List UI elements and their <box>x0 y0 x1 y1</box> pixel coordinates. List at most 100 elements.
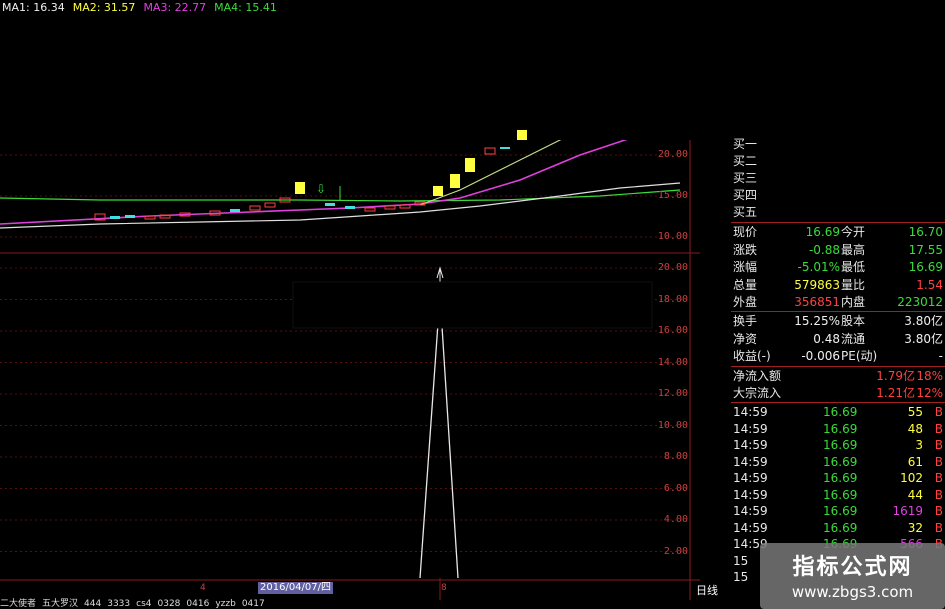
indicator-tab[interactable]: cs4 <box>136 599 151 609</box>
tick-side: B <box>934 520 943 535</box>
candle <box>465 158 475 172</box>
tick-side: B <box>934 487 943 502</box>
quote-value: 16.69 <box>908 260 943 274</box>
quote-value: 16.70 <box>908 225 943 239</box>
tick-side: B <box>934 405 943 419</box>
indicator-tab[interactable]: 444 <box>84 599 101 609</box>
divider <box>731 222 945 223</box>
tick-row: 14:59 16.69 32 B <box>731 520 945 537</box>
quote-label: 涨跌 <box>733 242 758 257</box>
quote-label: 最高 <box>841 242 866 257</box>
flow-pct: 12% <box>916 386 943 400</box>
quote-row: 涨幅 -5.01% 最低 16.69 <box>731 259 945 276</box>
fundamentals-label: PE(动) <box>841 349 878 363</box>
indicator-tab[interactable]: 3333 <box>107 599 130 609</box>
price-tick: 20.00 <box>657 149 688 160</box>
fundamentals-value: 3.80亿 <box>904 314 943 328</box>
tick-time: 14:59 <box>733 405 768 419</box>
indicator-tab[interactable]: 二大使者 <box>0 599 36 609</box>
fundamentals-row: 换手 15.25% 股本 3.80亿 <box>731 313 945 330</box>
tick-volume: 61 <box>907 454 923 469</box>
indicator-tick: 16.00 <box>657 325 688 336</box>
candle <box>384 205 396 210</box>
redaction-box <box>292 281 653 329</box>
candle <box>264 202 276 208</box>
fundamentals-label: 换手 <box>733 314 758 328</box>
fundamentals-value: 15.25% <box>794 314 840 328</box>
candle <box>110 216 120 219</box>
date-cursor-label: 2016/04/07/四 <box>258 582 334 594</box>
candlesticks <box>94 130 527 221</box>
candle <box>125 215 135 218</box>
candle <box>484 147 496 155</box>
order-book-row: 买四 <box>731 187 945 204</box>
tick-price: 16.69 <box>823 471 858 485</box>
divider <box>731 402 945 403</box>
tick-price: 16.69 <box>823 487 858 502</box>
quote-panel: 买一 买二 买三 买四 买五 现价 16.69 今开 16.70 涨跌 -0.88 最高 17.55 涨… <box>731 0 945 609</box>
indicator-tabs: 二大使者 五大罗汉 444 3333 cs4 0328 0416 yzzb 0417 <box>0 596 700 609</box>
quote-value: 1.54 <box>916 277 943 292</box>
indicator-tick: 10.00 <box>657 419 688 431</box>
divider <box>731 366 945 367</box>
quote-value: 223012 <box>897 295 943 309</box>
indicator-tab[interactable]: 0417 <box>242 599 265 609</box>
order-book-row: 买三 <box>731 170 945 187</box>
quote-label: 总量 <box>733 277 758 292</box>
candle <box>144 215 156 220</box>
candle <box>249 205 261 211</box>
indicator-tick: 2.00 <box>663 545 688 557</box>
fundamentals-value: 0.48 <box>813 331 840 346</box>
watermark-url: www.zbgs3.com <box>791 583 914 601</box>
tick-price: 16.69 <box>823 520 858 535</box>
watermark-title: 指标公式网 <box>792 555 913 580</box>
fundamentals-row: 净资 0.48 流通 3.80亿 <box>731 331 945 348</box>
indicator-tick: 14.00 <box>657 356 688 368</box>
tick-side: B <box>934 438 943 452</box>
fundamentals-value: 3.80亿 <box>904 331 943 346</box>
flow-label: 净流入额 <box>733 369 782 383</box>
axis-tick: 8 <box>441 583 447 593</box>
candle <box>433 186 443 196</box>
quote-label: 涨幅 <box>733 260 758 274</box>
indicator-tab[interactable]: 0328 <box>158 599 181 609</box>
quote-label: 今开 <box>841 225 866 239</box>
order-book-row: 买一 <box>731 136 945 153</box>
indicator-tick: 4.00 <box>663 514 688 525</box>
indicator-tab[interactable]: yzzb <box>215 599 236 609</box>
fundamentals-label: 净资 <box>733 331 758 346</box>
tick-volume: 1619 <box>892 504 923 518</box>
quote-row: 现价 16.69 今开 16.70 <box>731 224 945 241</box>
flow-pct: 18% <box>916 369 943 383</box>
divider <box>731 311 945 312</box>
candle <box>500 147 510 149</box>
tick-row: 14:59 16.69 3 B <box>731 437 945 454</box>
tick-volume: 102 <box>900 471 923 485</box>
indicator-tab[interactable]: 0416 <box>186 599 209 609</box>
tick-price: 16.69 <box>823 504 858 518</box>
indicator-tick: 20.00 <box>657 262 688 273</box>
tick-time: 14:59 <box>733 504 768 518</box>
order-book-label: 买五 <box>733 205 758 219</box>
tick-price: 16.69 <box>823 454 858 469</box>
price-tick: 10.00 <box>657 231 688 242</box>
axis-tick: 4 <box>200 583 206 593</box>
quote-row: 外盘 356851 内盘 223012 <box>731 294 945 311</box>
tick-side: B <box>934 504 943 518</box>
redaction-box-top <box>533 0 733 140</box>
indicator-tick: 18.00 <box>657 293 688 305</box>
tick-time: 14:59 <box>733 454 768 469</box>
period-label[interactable]: 日线 <box>696 582 718 598</box>
price-tick: 15.00 <box>657 190 688 201</box>
quote-value: -0.88 <box>808 242 840 257</box>
tick-row: 14:59 16.69 61 B <box>731 454 945 471</box>
candle <box>325 203 335 206</box>
order-book-label: 买二 <box>733 154 758 168</box>
candle <box>345 206 355 209</box>
candle <box>399 204 411 209</box>
tick-volume: 32 <box>907 520 923 535</box>
tick-side: B <box>934 454 943 469</box>
tick-time: 15 <box>733 553 749 568</box>
tick-price: 16.69 <box>823 438 858 452</box>
indicator-tab[interactable]: 五大罗汉 <box>42 599 78 609</box>
